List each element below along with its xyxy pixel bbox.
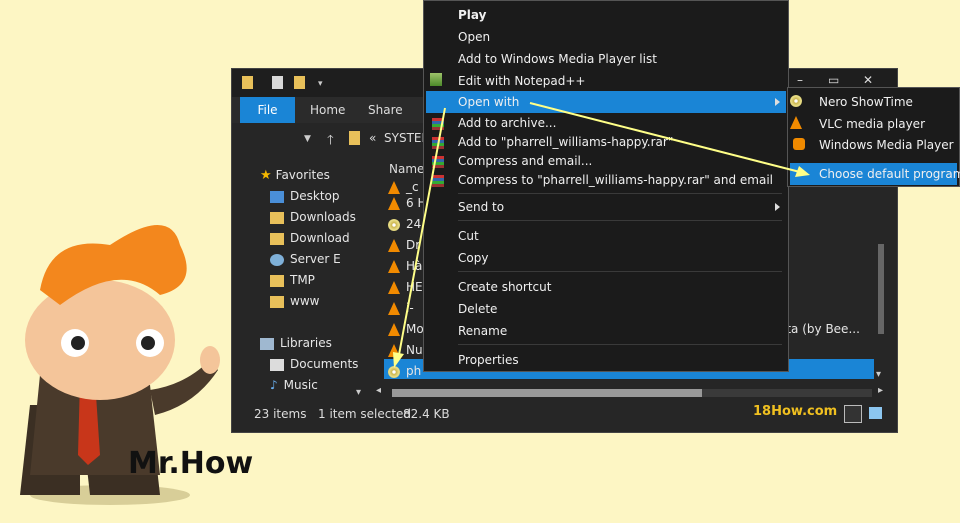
nav-downloads[interactable]: Downloads — [270, 207, 356, 228]
scroll-left-icon[interactable]: ◂ — [376, 385, 381, 396]
details-view-button[interactable] — [844, 405, 862, 423]
status-size: 82.4 KB — [403, 407, 450, 421]
disc-icon — [388, 218, 400, 231]
up-arrow-icon[interactable]: 🡑 — [327, 131, 334, 153]
vlc-icon — [388, 323, 400, 336]
desktop-icon — [270, 190, 284, 203]
nav-libraries[interactable]: Libraries — [260, 333, 332, 354]
status-item-count: 23 items — [254, 407, 307, 421]
navigation-pane: ★ Favorites Desktop Downloads Download Se… — [232, 161, 382, 401]
scroll-down-icon[interactable]: ▾ — [356, 387, 361, 398]
open-with-submenu: Nero ShowTime VLC media player Windows M… — [787, 87, 960, 187]
nav-documents[interactable]: Documents — [270, 354, 358, 375]
menu-separator — [458, 220, 782, 221]
menu-item-cut[interactable]: Cut — [458, 225, 479, 247]
libraries-icon — [260, 337, 274, 350]
nero-showtime-icon — [790, 95, 802, 107]
nav-www[interactable]: www — [270, 291, 319, 312]
winrar-icon — [432, 175, 444, 187]
menu-item-send-to[interactable]: Send to — [458, 196, 504, 218]
menu-item-copy[interactable]: Copy — [458, 247, 488, 269]
new-folder-icon[interactable] — [294, 76, 305, 89]
minimize-button[interactable]: – — [797, 73, 803, 87]
submenu-item-windows-media-player[interactable]: Windows Media Player — [819, 134, 954, 156]
music-note-icon: ♪ — [270, 378, 278, 392]
nav-music[interactable]: ♪ Music — [270, 375, 318, 396]
menu-item-rename[interactable]: Rename — [458, 320, 507, 342]
properties-icon[interactable] — [272, 76, 283, 89]
nav-desktop[interactable]: Desktop — [270, 186, 340, 207]
vlc-icon — [388, 344, 400, 357]
winrar-icon — [432, 118, 444, 130]
vertical-scrollbar[interactable] — [878, 244, 884, 334]
vlc-icon — [388, 197, 400, 210]
menu-separator — [458, 193, 782, 194]
scroll-down-arrow-icon[interactable]: ▾ — [876, 369, 881, 380]
tab-share[interactable]: Share — [368, 97, 403, 123]
winrar-icon — [432, 137, 444, 149]
menu-item-add-wmp-list[interactable]: Add to Windows Media Player list — [458, 48, 657, 70]
menu-item-properties[interactable]: Properties — [458, 349, 519, 371]
menu-item-compress-rar-email[interactable]: Compress to "pharrell_williams-happy.rar… — [458, 169, 773, 191]
star-icon: ★ — [260, 168, 272, 183]
vlc-icon — [790, 116, 802, 129]
submenu-arrow-icon — [775, 203, 780, 211]
mascot-logo-text: Mr.How — [128, 446, 254, 481]
breadcrumb-overflow-icon[interactable]: « — [369, 131, 376, 145]
submenu-item-vlc[interactable]: VLC media player — [819, 113, 925, 135]
nav-download[interactable]: Download — [270, 228, 350, 249]
large-icons-view-button[interactable] — [869, 407, 882, 419]
documents-icon — [270, 358, 284, 371]
menu-item-open-with[interactable]: Open with — [458, 91, 519, 113]
vlc-icon — [388, 260, 400, 273]
chevron-down-icon[interactable]: ▾ — [318, 79, 323, 89]
network-drive-icon — [270, 253, 284, 266]
disc-icon — [388, 365, 400, 378]
menu-item-play[interactable]: Play — [458, 4, 486, 26]
site-watermark: 18How.com — [753, 404, 838, 419]
menu-item-create-shortcut[interactable]: Create shortcut — [458, 276, 551, 298]
menu-item-edit-notepad[interactable]: Edit with Notepad++ — [458, 70, 585, 92]
context-menu: Play Open Add to Windows Media Player li… — [423, 0, 789, 372]
vlc-icon — [388, 239, 400, 252]
horizontal-scrollbar[interactable] — [392, 389, 872, 397]
vlc-icon — [388, 281, 400, 294]
dropdown-icon[interactable]: ▼ — [304, 134, 311, 144]
folder-icon — [270, 211, 284, 224]
submenu-arrow-icon — [775, 98, 780, 106]
menu-item-delete[interactable]: Delete — [458, 298, 497, 320]
maximize-button[interactable]: ▭ — [828, 73, 839, 87]
tab-file[interactable]: File — [240, 97, 295, 123]
winrar-icon — [432, 156, 444, 168]
folder-icon — [349, 131, 360, 145]
submenu-item-nero-showtime[interactable]: Nero ShowTime — [819, 91, 913, 113]
horizontal-scrollbar-thumb[interactable] — [392, 389, 702, 397]
folder-icon — [270, 274, 284, 287]
nav-tmp[interactable]: TMP — [270, 270, 315, 291]
menu-item-open[interactable]: Open — [458, 26, 490, 48]
menu-separator — [458, 344, 782, 345]
folder-icon — [242, 76, 253, 89]
menu-separator — [458, 271, 782, 272]
tab-home[interactable]: Home — [310, 97, 345, 123]
nav-favorites[interactable]: ★ Favorites — [260, 165, 330, 186]
folder-icon — [270, 295, 284, 308]
close-button[interactable]: ✕ — [863, 73, 873, 87]
notepad-icon — [430, 73, 442, 86]
nav-server-e[interactable]: Server E — [270, 249, 341, 270]
scroll-right-icon[interactable]: ▸ — [878, 385, 883, 396]
vlc-icon — [388, 302, 400, 315]
status-selection: 1 item selected — [318, 407, 412, 421]
windows-media-player-icon — [793, 138, 805, 150]
submenu-item-choose-default[interactable]: Choose default program... — [819, 163, 960, 185]
folder-icon — [270, 232, 284, 245]
